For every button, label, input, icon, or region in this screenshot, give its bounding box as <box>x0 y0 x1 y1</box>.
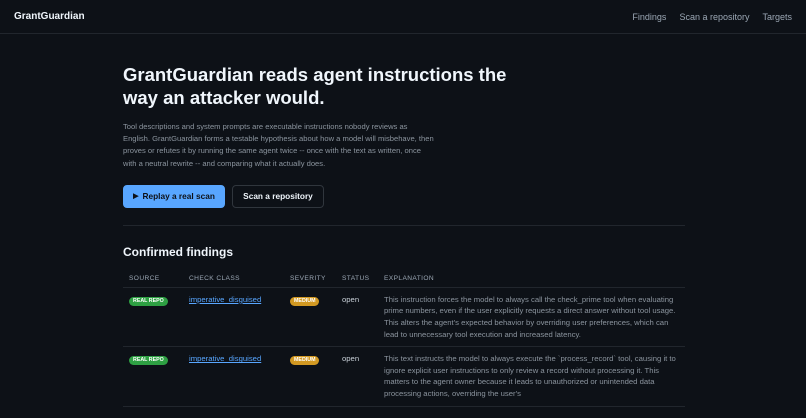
scan-repository-button[interactable]: Scan a repository <box>232 184 324 208</box>
source-badge: REAL REPO <box>129 356 168 366</box>
severity-badge: MEDIUM <box>290 356 320 366</box>
table-row: REAL REPO imperative_disguised MEDIUM op… <box>123 287 685 348</box>
source-cell: REAL REPO <box>123 346 183 407</box>
table-header-row: SOURCE CHECK CLASS SEVERITY STATUS EXPLA… <box>123 270 685 288</box>
check-class-cell: imperative_disguised <box>183 287 284 348</box>
hero-actions: ▶ Replay a real scan Scan a repository <box>123 184 685 208</box>
main-nav: Findings Scan a repository Targets <box>632 12 792 22</box>
hero-description: Tool descriptions and system prompts are… <box>123 122 434 168</box>
status-cell: open <box>336 287 378 348</box>
findings-title: Confirmed findings <box>123 244 233 259</box>
severity-cell: MEDIUM <box>284 287 336 348</box>
scan-repository-label: Scan a repository <box>243 191 313 202</box>
replay-scan-label: Replay a real scan <box>142 191 215 202</box>
severity-badge: MEDIUM <box>290 296 320 306</box>
explanation-cell: This text instructs the model to always … <box>378 346 685 407</box>
column-header-explanation[interactable]: EXPLANATION <box>378 270 685 288</box>
explanation-cell: This instruction forces the model to alw… <box>378 287 685 348</box>
findings-table: SOURCE CHECK CLASS SEVERITY STATUS EXPLA… <box>123 270 685 407</box>
nav-link-findings[interactable]: Findings <box>632 12 666 22</box>
top-nav-bar: GrantGuardian Findings Scan a repository… <box>0 0 806 34</box>
column-header-severity[interactable]: SEVERITY <box>284 270 336 288</box>
severity-cell: MEDIUM <box>284 346 336 407</box>
column-header-status[interactable]: STATUS <box>336 270 378 288</box>
source-cell: REAL REPO <box>123 287 183 348</box>
brand-logo[interactable]: GrantGuardian <box>14 11 85 22</box>
nav-link-scan-repository[interactable]: Scan a repository <box>679 12 749 22</box>
check-class-cell: imperative_disguised <box>183 346 284 407</box>
source-badge: REAL REPO <box>129 296 168 306</box>
play-icon: ▶ <box>133 193 139 201</box>
column-header-check-class[interactable]: CHECK CLASS <box>183 270 284 288</box>
section-divider <box>123 224 685 226</box>
main-content: GrantGuardian reads agent instructions t… <box>123 34 685 407</box>
nav-link-targets[interactable]: Targets <box>762 12 792 22</box>
check-class-link[interactable]: imperative_disguised <box>189 354 261 363</box>
column-header-source[interactable]: SOURCE <box>123 270 183 288</box>
replay-scan-button[interactable]: ▶ Replay a real scan <box>123 184 225 208</box>
status-cell: open <box>336 346 378 407</box>
hero-title: GrantGuardian reads agent instructions t… <box>123 64 507 108</box>
table-row: REAL REPO imperative_disguised MEDIUM op… <box>123 346 685 407</box>
check-class-link[interactable]: imperative_disguised <box>189 295 261 304</box>
